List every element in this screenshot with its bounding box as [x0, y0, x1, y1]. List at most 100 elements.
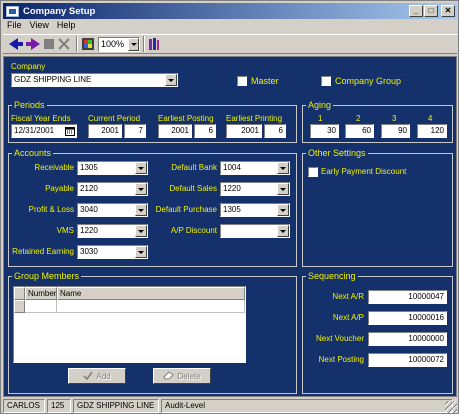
- chevron-down-icon[interactable]: [277, 225, 289, 237]
- sequencing-title: Sequencing: [306, 271, 358, 281]
- next-ap-label: Next A/P: [332, 313, 364, 322]
- profit-loss-select[interactable]: 3040: [77, 203, 148, 217]
- resize-grip[interactable]: [445, 401, 457, 413]
- delete-button[interactable]: Delete: [153, 368, 211, 384]
- chevron-down-icon[interactable]: [135, 246, 147, 258]
- company-label: Company: [11, 62, 46, 71]
- fiscal-year-ends-field[interactable]: 12/31/2001: [11, 124, 77, 138]
- earliest-printing-num[interactable]: 6: [264, 124, 286, 138]
- chevron-down-icon[interactable]: [277, 204, 289, 216]
- company-group-checkbox[interactable]: [321, 76, 331, 86]
- grid-cell-name[interactable]: [57, 300, 245, 313]
- chevron-down-icon[interactable]: [135, 225, 147, 237]
- earliest-posting-year[interactable]: 2001: [158, 124, 192, 138]
- column-header-number[interactable]: Number: [25, 287, 57, 300]
- receivable-value: 1305: [80, 163, 98, 172]
- forward-arrow-icon[interactable]: [26, 36, 40, 52]
- fiscal-year-ends-value: 12/31/2001: [14, 126, 55, 135]
- window-controls: _ □ ✕: [408, 5, 455, 17]
- aging-value-3[interactable]: 90: [381, 124, 410, 138]
- chevron-down-icon[interactable]: [165, 74, 177, 86]
- receivable-select[interactable]: 1305: [77, 161, 148, 175]
- next-ar-label: Next A/R: [332, 292, 364, 301]
- minimize-button[interactable]: _: [409, 5, 423, 17]
- earliest-printing-year[interactable]: 2001: [226, 124, 262, 138]
- chevron-down-icon[interactable]: [135, 204, 147, 216]
- default-bank-select[interactable]: 1004: [220, 161, 290, 175]
- books-icon[interactable]: [148, 36, 160, 52]
- stop-icon[interactable]: [43, 36, 55, 52]
- next-ap-field[interactable]: 10000016: [368, 311, 447, 325]
- aging-header-2: 2: [356, 114, 361, 123]
- vms-select[interactable]: 1220: [77, 224, 148, 238]
- master-checkbox[interactable]: [237, 76, 247, 86]
- accounts-title: Accounts: [12, 148, 54, 158]
- ap-discount-select[interactable]: [220, 224, 290, 238]
- back-arrow-icon[interactable]: [9, 36, 23, 52]
- default-purchase-label: Default Purchase: [155, 205, 217, 214]
- checkmark-icon: [83, 371, 94, 382]
- aging-value-4[interactable]: 120: [417, 124, 447, 138]
- vms-label: VMS: [56, 226, 74, 235]
- eraser-icon: [163, 370, 175, 382]
- company-value: GDZ SHIPPING LINE: [14, 75, 92, 84]
- menu-help[interactable]: Help: [53, 20, 80, 32]
- payable-value: 2120: [80, 184, 98, 193]
- chevron-down-icon[interactable]: [128, 37, 139, 51]
- chevron-down-icon[interactable]: [277, 162, 289, 174]
- menu-file[interactable]: File: [3, 20, 26, 32]
- next-voucher-field[interactable]: 10000000: [368, 332, 447, 346]
- aging-value-1[interactable]: 30: [310, 124, 339, 138]
- window-title: Company Setup: [23, 5, 96, 17]
- row-selector[interactable]: [14, 300, 25, 313]
- company-group-label: Company Group: [335, 76, 402, 86]
- print-preview-icon[interactable]: [81, 36, 95, 52]
- toolbar-separator: [76, 36, 78, 52]
- main-panel: Company GDZ SHIPPING LINE Master Company…: [3, 56, 457, 397]
- delete-button-label: Delete: [177, 371, 201, 381]
- earliest-posting-label: Earliest Posting: [158, 114, 214, 123]
- zoom-select[interactable]: 100%: [98, 36, 140, 52]
- next-voucher-label: Next Voucher: [315, 334, 364, 343]
- default-purchase-select[interactable]: 1305: [220, 203, 290, 217]
- early-payment-discount-checkbox[interactable]: [308, 167, 318, 177]
- group-members-grid[interactable]: Number Name: [13, 286, 246, 363]
- chevron-down-icon[interactable]: [277, 183, 289, 195]
- aging-value-2[interactable]: 60: [345, 124, 374, 138]
- aging-header-4: 4: [428, 114, 433, 123]
- app-icon: [6, 5, 19, 17]
- profit-loss-label: Profit & Loss: [28, 205, 74, 214]
- chevron-down-icon[interactable]: [135, 183, 147, 195]
- column-header-name[interactable]: Name: [57, 287, 245, 300]
- retained-earning-label: Retained Earning: [12, 247, 74, 256]
- master-label: Master: [251, 76, 279, 86]
- earliest-posting-num[interactable]: 6: [194, 124, 216, 138]
- delete-x-icon[interactable]: [58, 36, 70, 52]
- payable-label: Payable: [45, 184, 74, 193]
- status-company-code: 125: [47, 399, 71, 413]
- default-bank-label: Default Bank: [171, 163, 217, 172]
- company-select[interactable]: GDZ SHIPPING LINE: [11, 73, 178, 87]
- grid-cell-number[interactable]: [25, 300, 57, 313]
- chevron-down-icon[interactable]: [135, 162, 147, 174]
- aging-title: Aging: [306, 100, 334, 110]
- current-period-num[interactable]: 7: [124, 124, 146, 138]
- aging-header-3: 3: [392, 114, 397, 123]
- maximize-button[interactable]: □: [424, 5, 438, 17]
- default-sales-select[interactable]: 1220: [220, 182, 290, 196]
- next-ar-field[interactable]: 10000047: [368, 290, 447, 304]
- close-button[interactable]: ✕: [441, 5, 455, 17]
- retained-earning-select[interactable]: 3030: [77, 245, 148, 259]
- next-posting-label: Next Posting: [318, 355, 364, 364]
- profit-loss-value: 3040: [80, 205, 98, 214]
- current-period-year[interactable]: 2001: [88, 124, 122, 138]
- menu-view[interactable]: View: [26, 20, 53, 32]
- add-button[interactable]: Add: [68, 368, 126, 384]
- early-payment-discount-label: Early Payment Discount: [321, 167, 407, 176]
- other-settings-title: Other Settings: [306, 148, 368, 158]
- calendar-icon[interactable]: [65, 126, 75, 136]
- next-posting-field[interactable]: 10000072: [368, 353, 447, 367]
- payable-select[interactable]: 2120: [77, 182, 148, 196]
- title-bar[interactable]: Company Setup _ □ ✕: [3, 3, 457, 19]
- fiscal-year-ends-label: Fiscal Year Ends: [11, 114, 71, 123]
